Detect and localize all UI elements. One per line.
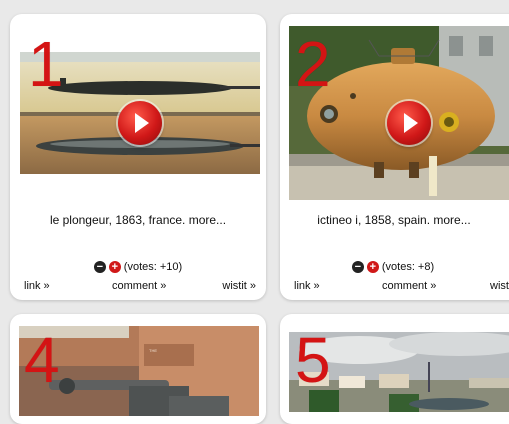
plus-circle-icon[interactable]: + <box>366 261 379 273</box>
votes-count: (votes: +10) <box>123 261 183 273</box>
minus-circle-icon[interactable]: − <box>351 261 364 273</box>
rank-number: 1 <box>28 28 64 100</box>
link-button[interactable]: link » <box>24 280 50 292</box>
play-icon[interactable] <box>118 101 162 145</box>
votes-row: − + (votes: +10) <box>10 261 266 273</box>
minus-circle-icon[interactable]: − <box>93 261 106 273</box>
wistit-button[interactable]: wistit » <box>222 280 256 292</box>
entry-card-4: 4 THE <box>10 314 266 424</box>
svg-text:THE: THE <box>149 348 157 353</box>
votes-count: (votes: +8) <box>381 261 435 273</box>
rank-number: 5 <box>295 324 331 396</box>
entry-caption[interactable]: ictineo i, 1858, spain. more... <box>280 213 509 227</box>
rank-number: 4 <box>24 324 60 396</box>
play-icon[interactable] <box>387 101 431 145</box>
link-button[interactable]: link » <box>294 280 320 292</box>
entry-card-5: 5 <box>280 314 509 424</box>
comment-button[interactable]: comment » <box>112 280 166 292</box>
plus-circle-icon[interactable]: + <box>108 261 121 273</box>
rank-number: 2 <box>295 28 331 100</box>
entry-card-2: 2 ictineo i, 1858, spain. more... − + (v… <box>280 14 509 300</box>
entry-caption[interactable]: le plongeur, 1863, france. more... <box>10 213 266 227</box>
votes-row: − + (votes: +8) <box>280 261 509 273</box>
wistit-button[interactable]: wistit » <box>490 280 509 292</box>
comment-button[interactable]: comment » <box>382 280 436 292</box>
entry-card-1: 1 le plongeur, 1863, france. more... − +… <box>10 14 266 300</box>
